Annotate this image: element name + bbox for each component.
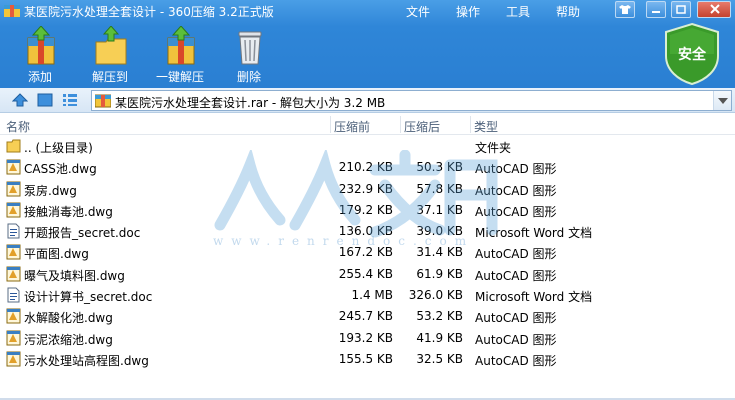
file-row[interactable]: CASS池.dwg 210.2 KB 50.3 KB AutoCAD 图形	[0, 157, 735, 178]
large-icon-view-icon[interactable]	[37, 93, 53, 107]
column-separator[interactable]	[470, 116, 471, 133]
column-original-header[interactable]: 压缩前	[334, 118, 370, 135]
column-separator[interactable]	[330, 116, 331, 133]
minimize-icon	[652, 11, 660, 13]
maximize-button[interactable]	[671, 1, 691, 18]
file-row[interactable]: 曝气及填料图.dwg 255.4 KB 61.9 KB AutoCAD 图形	[0, 264, 735, 285]
file-compressed-size: 41.9 KB	[416, 330, 463, 345]
menu-file[interactable]: 文件	[406, 3, 430, 20]
file-type: AutoCAD 图形	[475, 268, 557, 283]
window-title: 某医院污水处理全套设计 - 360压缩 3.2正式版	[24, 5, 274, 19]
file-compressed-size: 37.1 KB	[416, 202, 463, 217]
file-type: AutoCAD 图形	[475, 353, 557, 368]
file-type: AutoCAD 图形	[475, 247, 557, 262]
file-original-size: 210.2 KB	[338, 160, 393, 175]
file-original-size: 193.2 KB	[338, 330, 393, 345]
extract-folder-icon	[95, 26, 127, 65]
file-type: Microsoft Word 文档	[475, 226, 593, 241]
file-original-size: 245.7 KB	[338, 309, 393, 324]
menu-operate[interactable]: 操作	[456, 3, 480, 20]
file-name: 开题报告_secret.doc	[24, 226, 141, 241]
chevron-down-icon	[718, 98, 728, 104]
list-header: 名称 压缩前 压缩后 类型	[0, 114, 735, 135]
skin-button[interactable]	[615, 1, 635, 18]
file-row[interactable]: 污水处理站高程图.dwg 155.5 KB 32.5 KB AutoCAD 图形	[0, 349, 735, 370]
file-compressed-size: 32.5 KB	[416, 351, 463, 366]
address-dropdown-button[interactable]	[713, 91, 731, 110]
file-list: .. (上级目录) 文件夹 CASS池.dwg 210.2 KB 50.3 KB Auto…	[0, 136, 735, 370]
file-compressed-size: 50.3 KB	[416, 160, 463, 175]
file-compressed-size: 53.2 KB	[416, 309, 463, 324]
file-row[interactable]: 接触消毒池.dwg 179.2 KB 37.1 KB AutoCAD 图形	[0, 200, 735, 221]
file-original-size: 155.5 KB	[338, 351, 393, 366]
file-type: Microsoft Word 文档	[475, 290, 593, 305]
file-type: AutoCAD 图形	[475, 311, 557, 326]
file-original-size: 1.4 MB	[351, 288, 393, 303]
file-row[interactable]: 泵房.dwg 232.9 KB 57.8 KB AutoCAD 图形	[0, 179, 735, 200]
file-name: 平面图.dwg	[24, 247, 89, 262]
file-row[interactable]: 水解酸化池.dwg 245.7 KB 53.2 KB AutoCAD 图形	[0, 306, 735, 327]
file-row[interactable]: 污泥浓缩池.dwg 193.2 KB 41.9 KB AutoCAD 图形	[0, 328, 735, 349]
file-compressed-size: 61.9 KB	[416, 266, 463, 281]
file-type: AutoCAD 图形	[475, 183, 557, 198]
column-type-header[interactable]: 类型	[474, 118, 498, 135]
file-original-size: 179.2 KB	[338, 202, 393, 217]
file-name: CASS池.dwg	[24, 162, 97, 177]
one-click-extract-icon	[167, 26, 195, 65]
file-name: 曝气及填料图.dwg	[24, 268, 125, 283]
list-view-icon[interactable]	[62, 93, 78, 107]
file-type: 文件夹	[475, 141, 512, 155]
title-bar: 某医院污水处理全套设计 - 360压缩 3.2正式版 文件 操作 工具 帮助	[0, 0, 735, 22]
file-type: AutoCAD 图形	[475, 162, 557, 177]
archive-icon	[95, 94, 111, 108]
file-name: 水解酸化池.dwg	[24, 311, 113, 326]
address-path: 某医院污水处理全套设计.rar - 解包大小为 3.2 MB	[115, 96, 386, 110]
address-bar[interactable]: 某医院污水处理全套设计.rar - 解包大小为 3.2 MB	[91, 90, 732, 111]
file-row[interactable]: .. (上级目录) 文件夹	[0, 136, 735, 157]
close-icon	[710, 4, 720, 14]
file-original-size: 255.4 KB	[338, 266, 393, 281]
close-button[interactable]	[697, 1, 731, 18]
safe-badge[interactable]: 安全	[662, 22, 722, 86]
shirt-icon	[619, 5, 631, 14]
menu-help[interactable]: 帮助	[556, 3, 580, 20]
extract-to-button[interactable]: 解压到	[79, 24, 141, 86]
delete-button[interactable]: 删除	[218, 24, 280, 86]
up-arrow-icon[interactable]	[12, 93, 28, 107]
app-logo-icon	[4, 5, 20, 17]
top-panel: 某医院污水处理全套设计 - 360压缩 3.2正式版 文件 操作 工具 帮助 添…	[0, 0, 735, 88]
file-name: 泵房.dwg	[24, 183, 77, 198]
minimize-button[interactable]	[646, 1, 666, 18]
file-original-size: 232.9 KB	[338, 181, 393, 196]
safe-badge-label: 安全	[678, 47, 706, 63]
file-name: 设计计算书_secret.doc	[24, 290, 153, 305]
file-compressed-size: 326.0 KB	[408, 288, 463, 303]
menu-tools[interactable]: 工具	[506, 3, 530, 20]
file-compressed-size: 57.8 KB	[416, 181, 463, 196]
file-name: .. (上级目录)	[24, 141, 93, 155]
file-type: AutoCAD 图形	[475, 332, 557, 347]
one-click-extract-button[interactable]: 一键解压	[149, 24, 211, 86]
file-name: 污泥浓缩池.dwg	[24, 332, 113, 347]
column-compressed-header[interactable]: 压缩后	[404, 118, 440, 135]
watermark-url: www.renrendoc.com	[213, 234, 475, 248]
column-name-header[interactable]: 名称	[6, 118, 30, 135]
extract-to-label: 解压到	[91, 70, 128, 84]
file-type: AutoCAD 图形	[475, 204, 557, 219]
one-click-extract-label: 一键解压	[155, 70, 204, 84]
address-row: 某医院污水处理全套设计.rar - 解包大小为 3.2 MB	[0, 88, 735, 113]
add-button[interactable]: 添加	[9, 24, 71, 86]
file-name: 污水处理站高程图.dwg	[24, 353, 149, 368]
add-archive-icon	[27, 26, 55, 65]
add-label: 添加	[27, 70, 52, 84]
maximize-icon	[676, 5, 686, 14]
file-name: 接触消毒池.dwg	[24, 204, 113, 219]
trash-icon	[238, 31, 262, 65]
file-row[interactable]: 设计计算书_secret.doc 1.4 MB 326.0 KB Microsoft …	[0, 285, 735, 306]
delete-label: 删除	[236, 70, 261, 84]
column-separator[interactable]	[400, 116, 401, 133]
